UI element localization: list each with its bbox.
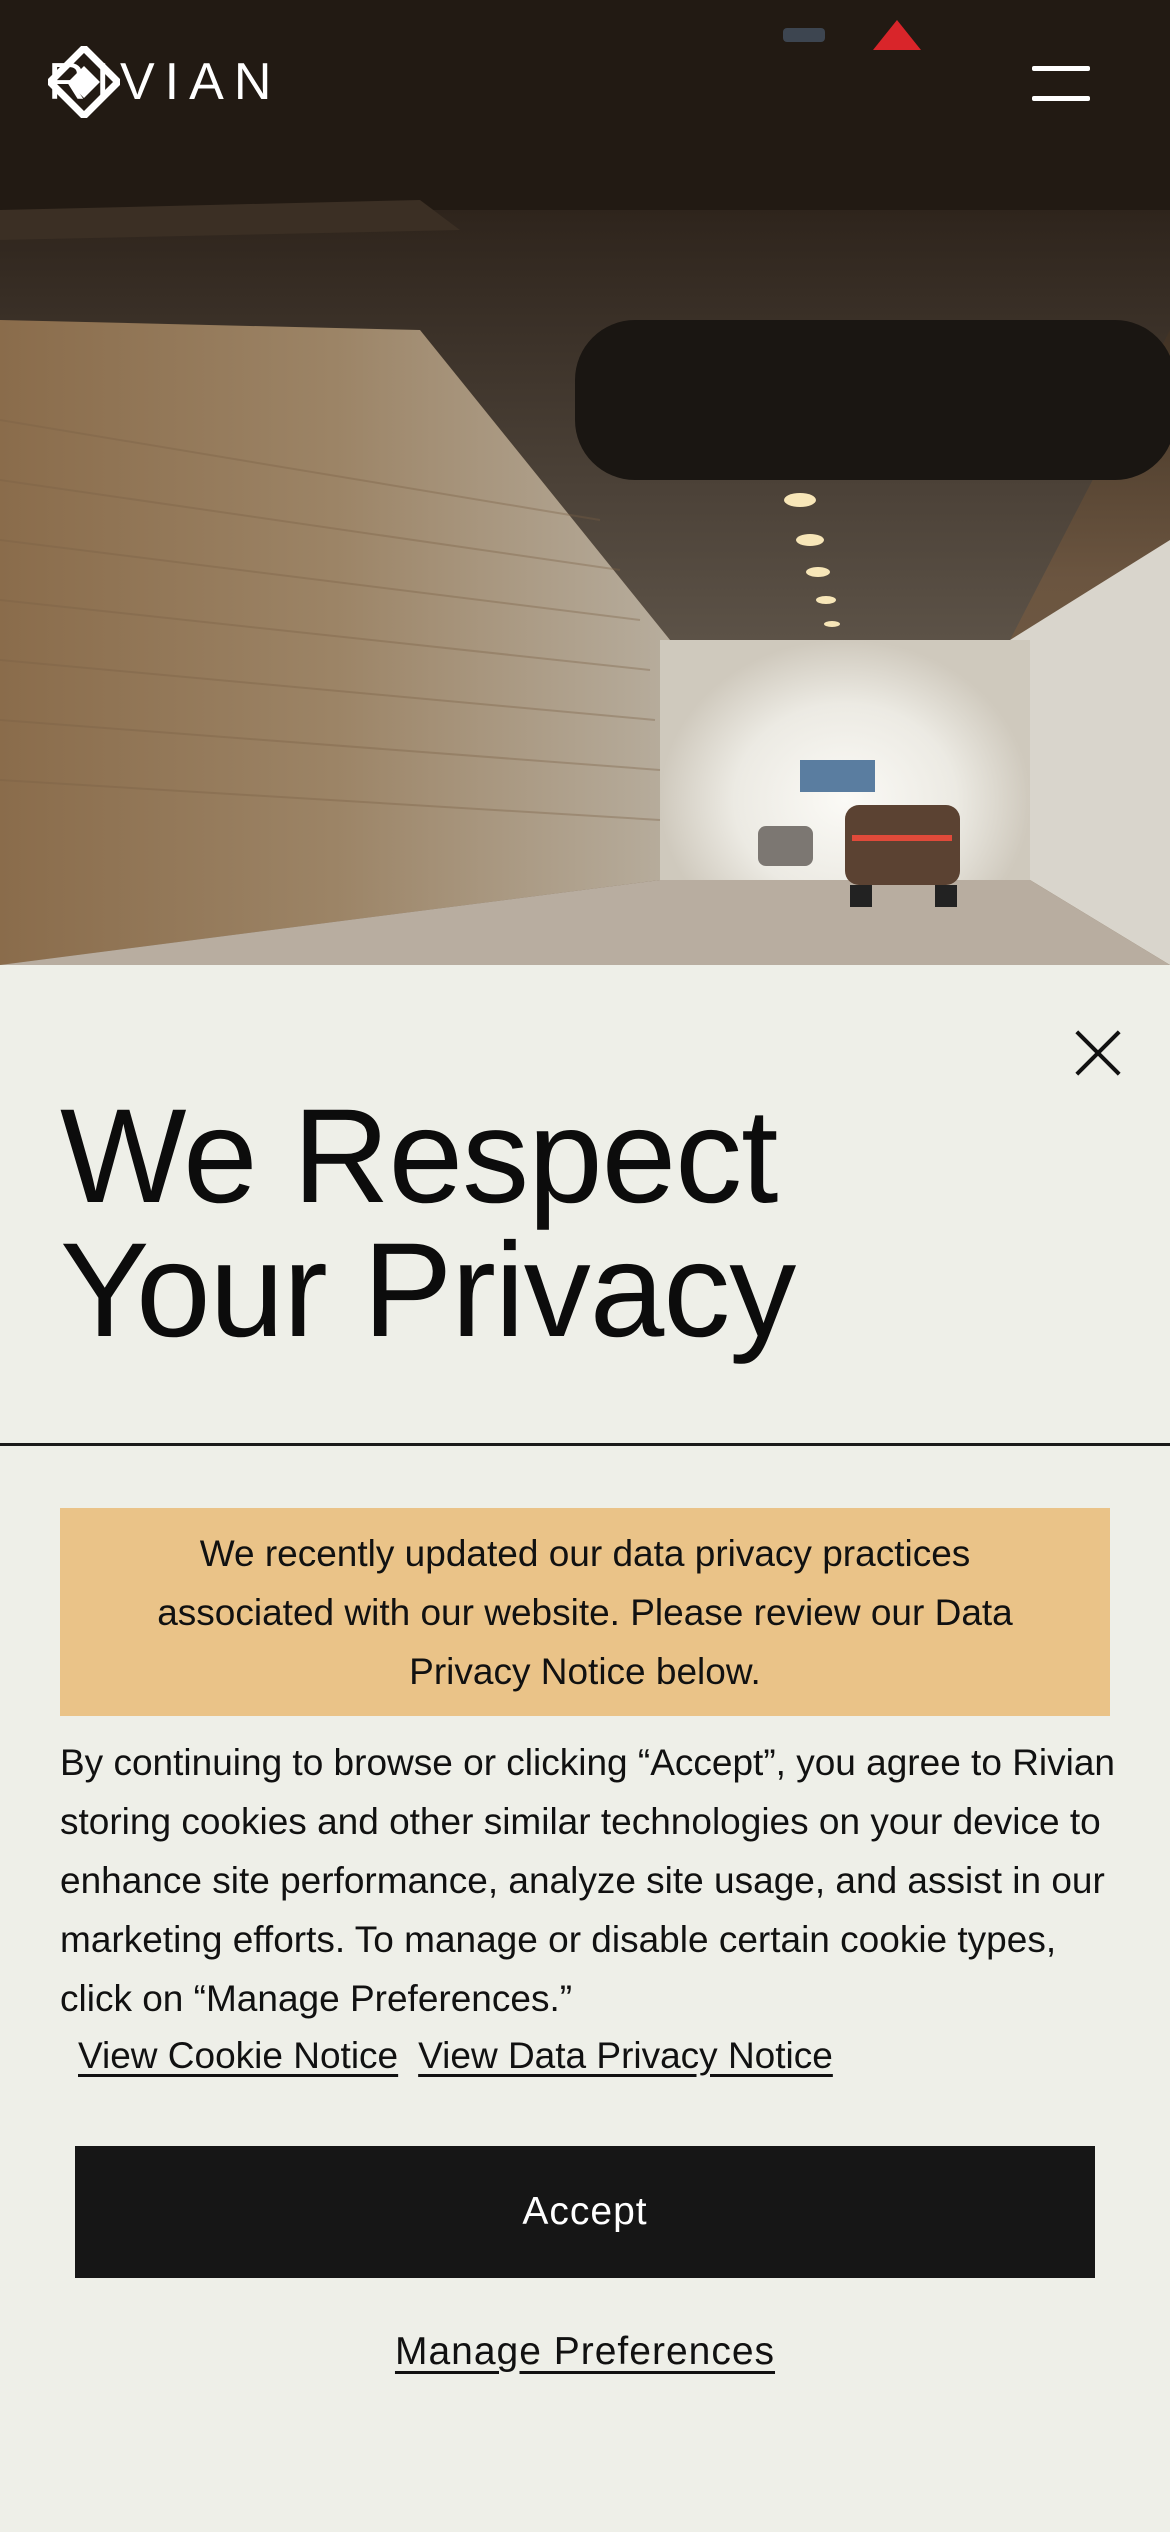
hero-image: RIVIAN bbox=[0, 0, 1170, 965]
title-line-2: Your Privacy bbox=[60, 1216, 796, 1365]
modal-title: We Respect Your Privacy bbox=[60, 1090, 1060, 1358]
cookie-consent-text: By continuing to browse or clicking “Acc… bbox=[60, 1742, 1116, 2019]
rivian-compass-icon bbox=[48, 46, 120, 118]
manage-preferences-link[interactable]: Manage Preferences bbox=[0, 2330, 1170, 2374]
accept-button[interactable]: Accept bbox=[75, 2146, 1095, 2278]
close-icon[interactable] bbox=[1066, 1024, 1126, 1084]
hamburger-menu-icon[interactable] bbox=[1020, 58, 1090, 108]
tunnel-photo bbox=[0, 0, 1170, 965]
view-data-privacy-notice-link[interactable]: View Data Privacy Notice bbox=[418, 2026, 833, 2085]
divider bbox=[0, 1443, 1170, 1446]
notice-links: View Cookie Notice View Data Privacy Not… bbox=[78, 2026, 833, 2085]
rivian-logo[interactable]: RIVIAN bbox=[48, 46, 281, 118]
notice-text: We recently updated our data privacy pra… bbox=[157, 1532, 1013, 1692]
view-cookie-notice-link[interactable]: View Cookie Notice bbox=[78, 2026, 398, 2085]
title-line-1: We Respect bbox=[60, 1082, 778, 1231]
privacy-update-banner: We recently updated our data privacy pra… bbox=[60, 1508, 1110, 1716]
